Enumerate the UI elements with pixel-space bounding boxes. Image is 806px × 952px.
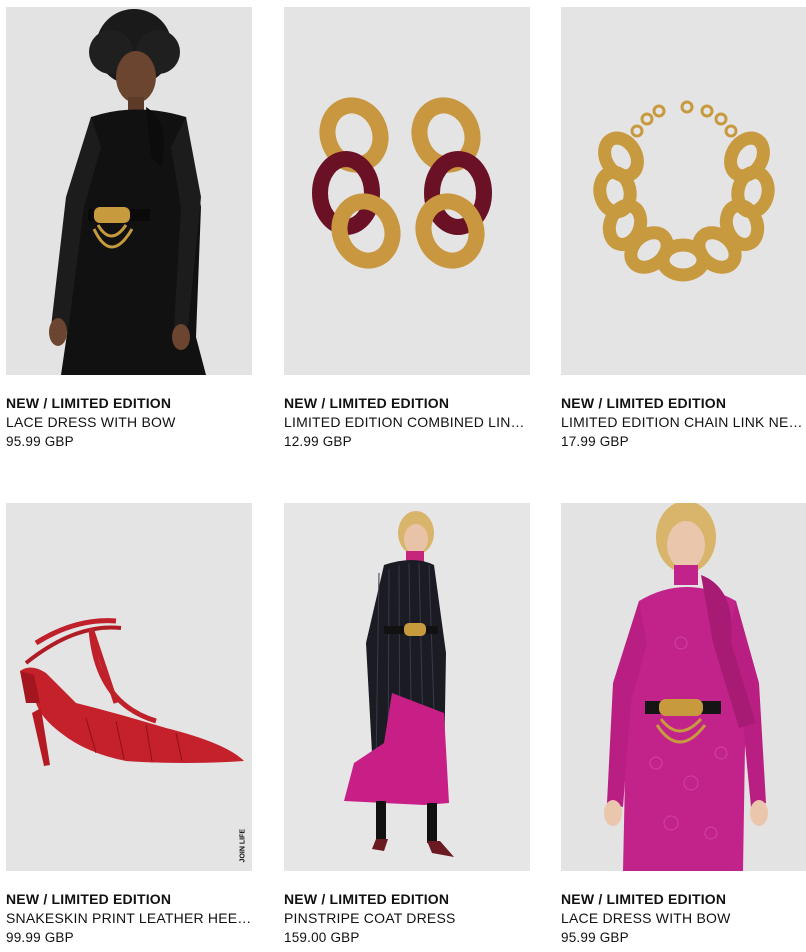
product-name[interactable]: LACE DRESS WITH BOW [561, 908, 806, 928]
product-image[interactable] [6, 7, 252, 375]
product-price: 95.99 GBP [6, 434, 74, 449]
product-price: 95.99 GBP [561, 930, 629, 945]
product-card[interactable]: NEW / LIMITED EDITION LIMITED EDITION CH… [561, 7, 806, 452]
product-badge: NEW / LIMITED EDITION [561, 395, 727, 411]
product-card[interactable]: NEW / LIMITED EDITION LACE DRESS WITH BO… [561, 503, 806, 948]
product-badge: NEW / LIMITED EDITION [284, 891, 450, 907]
product-image[interactable] [561, 7, 806, 375]
product-badge: NEW / LIMITED EDITION [6, 395, 172, 411]
product-card[interactable]: NEW / LIMITED EDITION PINSTRIPE COAT DRE… [284, 503, 530, 948]
product-image[interactable] [561, 503, 806, 871]
product-price: 12.99 GBP [284, 434, 352, 449]
product-price: 159.00 GBP [284, 930, 360, 945]
product-image[interactable] [284, 503, 530, 871]
product-card[interactable]: NEW / LIMITED EDITION LACE DRESS WITH BO… [6, 7, 252, 452]
product-image[interactable]: JOIN LIFE [6, 503, 252, 871]
product-card[interactable]: JOIN LIFE NEW / LIMITED EDITION SNAKESKI… [6, 503, 252, 948]
product-badge: NEW / LIMITED EDITION [561, 891, 727, 907]
product-name[interactable]: PINSTRIPE COAT DRESS [284, 908, 530, 928]
join-life-stamp: JOIN LIFE [239, 829, 246, 863]
product-price: 99.99 GBP [6, 930, 74, 945]
product-badge: NEW / LIMITED EDITION [284, 395, 450, 411]
product-name[interactable]: LACE DRESS WITH BOW [6, 412, 252, 432]
product-name[interactable]: LIMITED EDITION COMBINED LINK EARRINGS [284, 412, 530, 432]
product-name[interactable]: SNAKESKIN PRINT LEATHER HEELS [6, 908, 252, 928]
product-image[interactable] [284, 7, 530, 375]
product-badge: NEW / LIMITED EDITION [6, 891, 172, 907]
product-price: 17.99 GBP [561, 434, 629, 449]
product-card[interactable]: NEW / LIMITED EDITION LIMITED EDITION CO… [284, 7, 530, 452]
product-name[interactable]: LIMITED EDITION CHAIN LINK NECKLACE [561, 412, 806, 432]
